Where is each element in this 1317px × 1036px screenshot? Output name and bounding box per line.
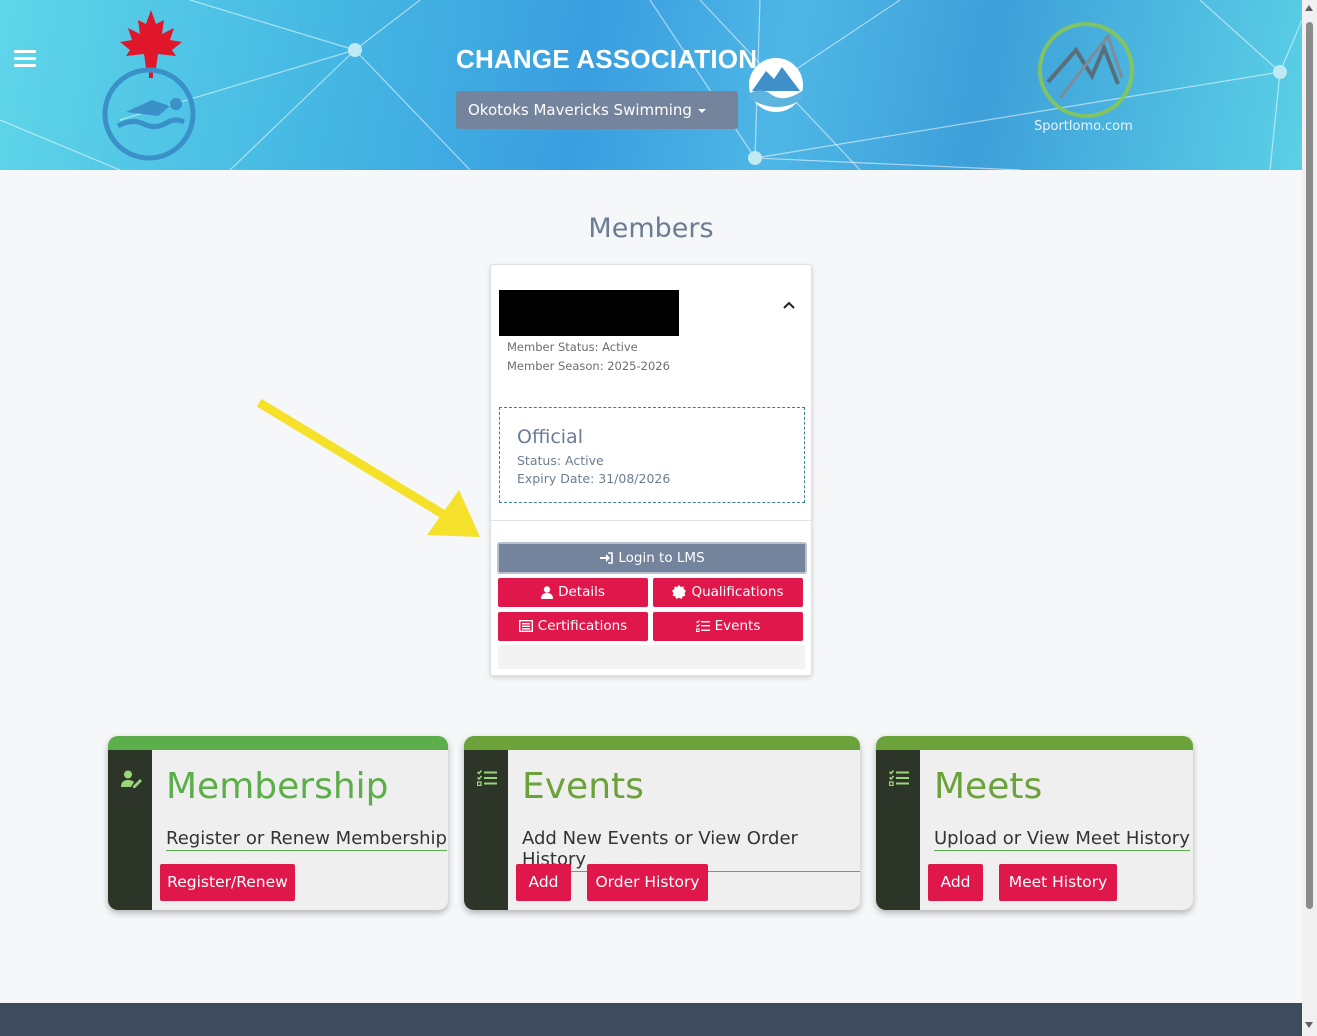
mountain-logo — [749, 58, 803, 112]
user-edit-icon — [121, 770, 142, 788]
hamburger-menu-icon[interactable] — [14, 50, 36, 70]
tile-side — [876, 750, 920, 910]
member-season: Member Season: 2025-2026 — [507, 359, 670, 373]
order-history-button[interactable]: Order History — [587, 864, 708, 901]
footer-bar — [0, 1003, 1302, 1036]
official-status: Status: Active — [517, 453, 604, 468]
qualifications-label: Qualifications — [691, 584, 784, 600]
members-heading: Members — [588, 213, 714, 244]
tasks-icon — [477, 770, 497, 786]
certifications-button[interactable]: Certifications — [498, 612, 648, 641]
register-renew-link[interactable]: Register or Renew Membership — [166, 828, 447, 851]
meets-add-button[interactable]: Add — [928, 864, 983, 901]
events-button[interactable]: Events — [653, 612, 803, 641]
header-banner: CHANGE ASSOCIATION Okotoks Mavericks Swi… — [0, 0, 1302, 170]
details-button[interactable]: Details — [498, 578, 648, 607]
official-role-box: Official Status: Active Expiry Date: 31/… — [499, 407, 805, 503]
tasks-icon — [889, 770, 909, 786]
card-divider — [491, 520, 811, 521]
card-footer — [498, 645, 805, 669]
qualifications-button[interactable]: Qualifications — [653, 578, 803, 607]
scrollbar-thumb[interactable] — [1306, 22, 1313, 909]
tasks-icon — [695, 620, 710, 632]
certifications-label: Certifications — [537, 618, 628, 634]
member-status: Member Status: Active — [507, 340, 638, 354]
redacted-member-name — [499, 290, 679, 336]
tile-topbar — [464, 736, 860, 750]
caret-down-icon — [697, 108, 706, 113]
tile-side — [464, 750, 508, 910]
events-add-button[interactable]: Add — [516, 864, 571, 901]
swimming-canada-logo — [102, 10, 196, 161]
details-label: Details — [558, 584, 605, 600]
list-alt-icon — [518, 620, 533, 632]
events-title: Events — [522, 766, 644, 807]
meets-title: Meets — [934, 766, 1043, 807]
sign-in-icon — [600, 552, 614, 564]
login-to-lms-button[interactable]: Login to LMS — [497, 542, 807, 574]
official-expiry: Expiry Date: 31/08/2026 — [517, 471, 671, 486]
tile-topbar — [108, 736, 448, 750]
user-icon — [541, 585, 554, 599]
tile-topbar — [876, 736, 1193, 750]
meet-history-button[interactable]: Meet History — [999, 864, 1117, 901]
badge-icon — [672, 585, 687, 599]
official-heading: Official — [517, 426, 583, 448]
tile-side — [108, 750, 152, 910]
yellow-arrow-annotation — [256, 398, 480, 537]
events-tile: Events Add New Events or View Order Hist… — [464, 736, 860, 910]
register-renew-button[interactable]: Register/Renew — [160, 864, 295, 901]
sportlomo-text: Sportlomo.com — [1034, 119, 1133, 134]
vertical-scrollbar[interactable] — [1302, 0, 1317, 1036]
chevron-up-icon[interactable] — [781, 297, 797, 313]
scroll-down-arrow-icon[interactable] — [1305, 1022, 1313, 1028]
meets-tile: Meets Upload or View Meet History Add Me… — [876, 736, 1193, 910]
events-label: Events — [714, 618, 761, 634]
scroll-up-arrow-icon[interactable] — [1305, 5, 1313, 11]
membership-title: Membership — [166, 766, 389, 807]
membership-tile: Membership Register or Renew Membership … — [108, 736, 448, 910]
login-to-lms-label: Login to LMS — [618, 550, 705, 566]
page-title: CHANGE ASSOCIATION — [456, 44, 758, 74]
member-card: Member Status: Active Member Season: 202… — [490, 264, 812, 676]
association-dropdown-label: Okotoks Mavericks Swimming — [468, 101, 692, 119]
meet-history-link[interactable]: Upload or View Meet History — [934, 828, 1190, 851]
association-dropdown[interactable]: Okotoks Mavericks Swimming — [456, 91, 738, 129]
